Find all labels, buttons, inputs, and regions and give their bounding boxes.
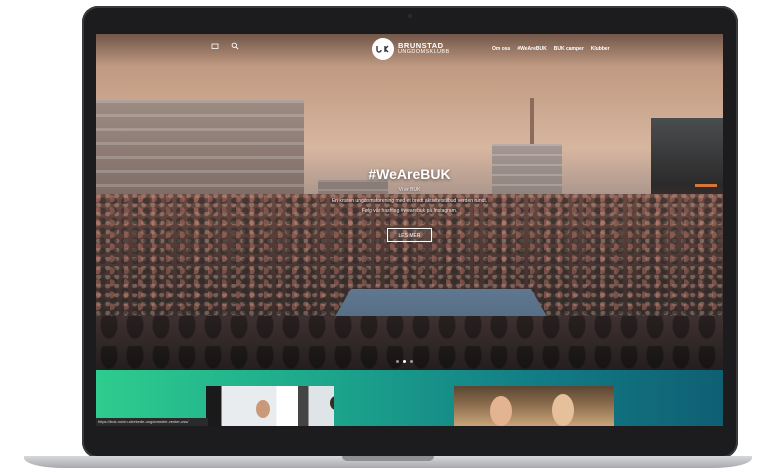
window-icon[interactable] [210, 42, 220, 52]
hero-description: En kristen ungdomsforening med et bredt … [331, 198, 488, 204]
browser-screen: BRUNSTAD UNGDOMSKLUBB Om oss #WeAreBUK B… [96, 34, 723, 426]
camera [408, 14, 412, 18]
person-photo [552, 394, 574, 426]
person-photo [490, 396, 512, 426]
logo-mark-icon [372, 38, 394, 60]
building [96, 100, 304, 200]
person-photo [256, 400, 270, 418]
content-card-image[interactable] [454, 386, 614, 426]
search-icon[interactable] [230, 42, 240, 52]
hero-hashtag-text: Følg vår hashtag #wearebuk på Instagram. [361, 208, 458, 214]
logo-line-2: UNGDOMSKLUBB [398, 49, 450, 55]
content-card-image[interactable] [206, 386, 334, 426]
slider-dot-active[interactable] [403, 360, 406, 363]
logo-line-1: BRUNSTAD [398, 41, 444, 50]
slider-dots [396, 360, 413, 363]
nav-buk-camper[interactable]: BUK camper [554, 46, 584, 52]
read-more-button[interactable]: LES MER [387, 228, 432, 242]
site-header: BRUNSTAD UNGDOMSKLUBB Om oss #WeAreBUK B… [96, 34, 723, 66]
nav-wearebuk[interactable]: #WeAreBUK [517, 46, 546, 52]
site-logo[interactable]: BRUNSTAD UNGDOMSKLUBB [372, 38, 450, 60]
nav-klubber[interactable]: Klubber [591, 46, 610, 52]
person-photo [330, 396, 334, 410]
crane [530, 98, 534, 148]
hero-title: #WeAreBUK [368, 166, 451, 182]
status-url-tooltip: https://buk.no/en-strekede-ungdomsleir-v… [96, 418, 208, 426]
logo-text: BRUNSTAD UNGDOMSKLUBB [398, 42, 450, 56]
main-nav: Om oss #WeAreBUK BUK camper Klubber [492, 46, 610, 52]
hero-subtitle: Vi er BUK [398, 187, 421, 193]
laptop-notch [342, 456, 434, 461]
nav-om-oss[interactable]: Om oss [492, 46, 510, 52]
slider-dot[interactable] [396, 360, 399, 363]
slider-dot[interactable] [410, 360, 413, 363]
